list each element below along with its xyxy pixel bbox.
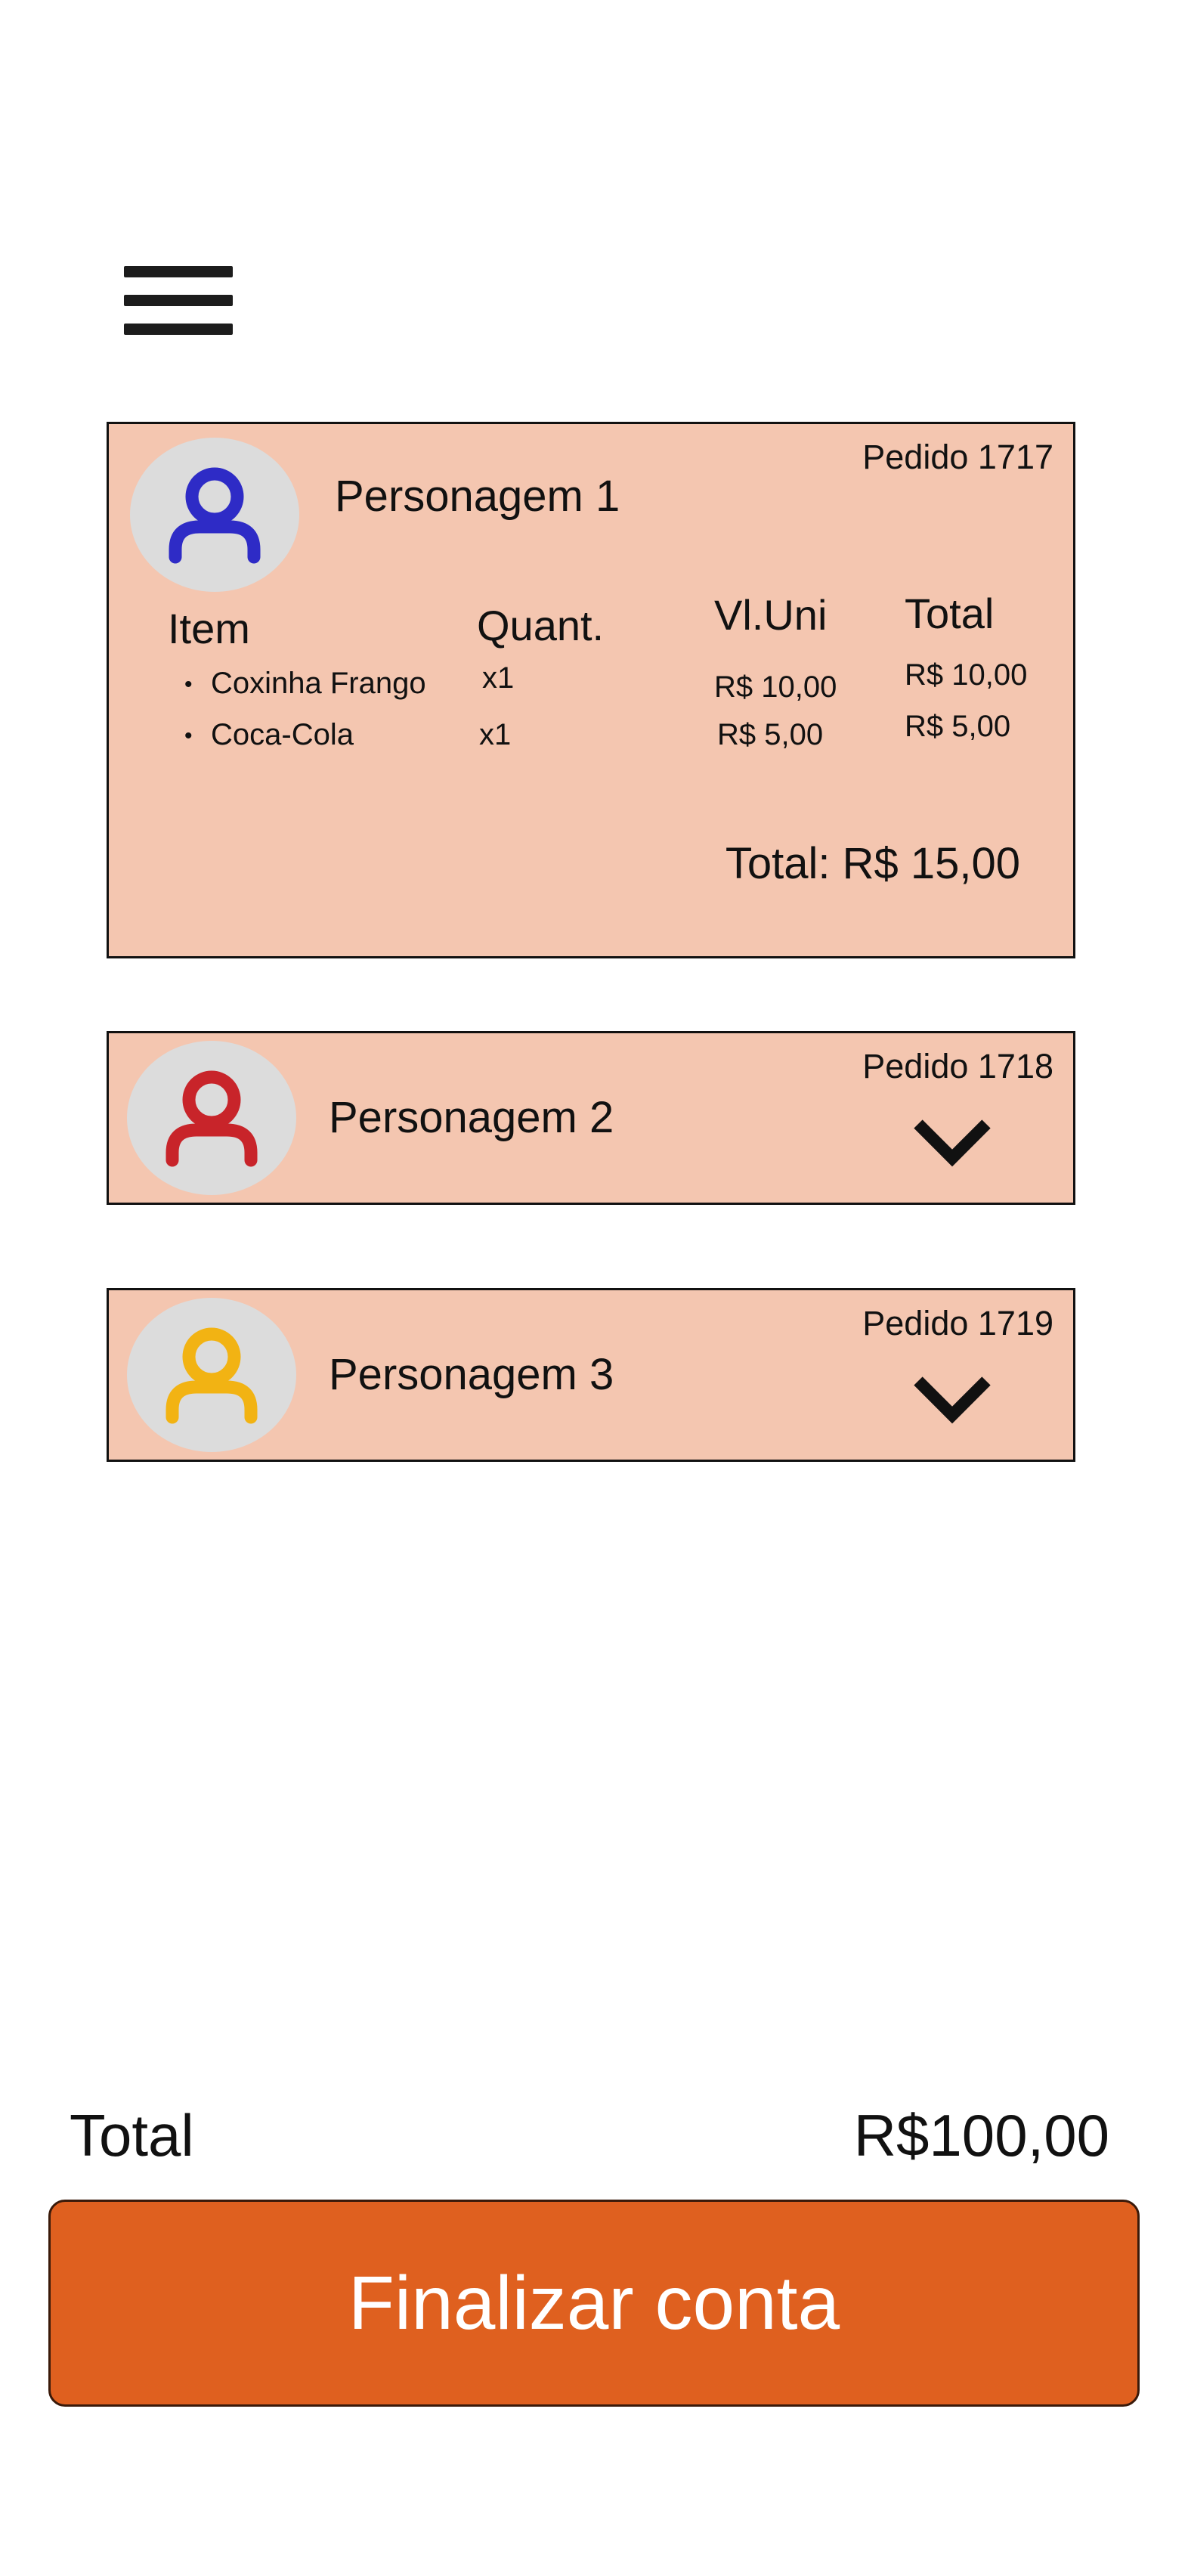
column-header-total: Total: [905, 590, 995, 637]
column-header-quantity: Quant.: [477, 602, 605, 649]
avatar: [127, 1041, 296, 1195]
grand-total-value: R$100,00: [853, 2102, 1109, 2169]
order-number: Pedido 1718: [862, 1047, 1053, 1085]
bullet-icon: •: [184, 723, 193, 748]
order-card-1719[interactable]: Personagem 3 Pedido 1719: [107, 1288, 1075, 1462]
order-number: Pedido 1717: [862, 438, 1053, 476]
column-header-item: Item: [168, 605, 250, 652]
user-icon: [166, 1327, 258, 1424]
grand-total-label: Total: [70, 2102, 194, 2169]
chevron-down-icon[interactable]: [911, 1116, 994, 1169]
item-unit-value: R$ 10,00: [714, 670, 837, 704]
bullet-icon: •: [184, 672, 193, 697]
item-quantity: x1: [482, 661, 515, 695]
item-total: R$ 5,00: [905, 710, 1011, 743]
finish-account-button[interactable]: Finalizar conta: [48, 2200, 1140, 2407]
order-total: Total: R$ 15,00: [725, 839, 1020, 888]
item-quantity: x1: [479, 718, 512, 751]
order-card-1717[interactable]: Personagem 1 Pedido 1717 Item Quant. Vl.…: [107, 422, 1075, 958]
character-name: Personagem 3: [329, 1350, 614, 1399]
item-name: Coxinha Frango: [211, 667, 426, 700]
chevron-down-icon[interactable]: [911, 1373, 994, 1426]
order-number: Pedido 1719: [862, 1304, 1053, 1342]
hamburger-menu-icon[interactable]: [121, 257, 234, 355]
item-unit-value: R$ 5,00: [717, 718, 824, 751]
item-total: R$ 10,00: [905, 658, 1028, 692]
column-header-unit-value: Vl.Uni: [714, 591, 828, 639]
user-icon: [166, 1070, 258, 1167]
character-name: Personagem 2: [329, 1093, 614, 1142]
character-name: Personagem 1: [335, 472, 620, 521]
item-name: Coca-Cola: [211, 718, 354, 751]
order-card-1718[interactable]: Personagem 2 Pedido 1718: [107, 1031, 1075, 1205]
user-icon: [169, 467, 261, 564]
avatar: [127, 1298, 296, 1452]
avatar: [130, 438, 299, 592]
